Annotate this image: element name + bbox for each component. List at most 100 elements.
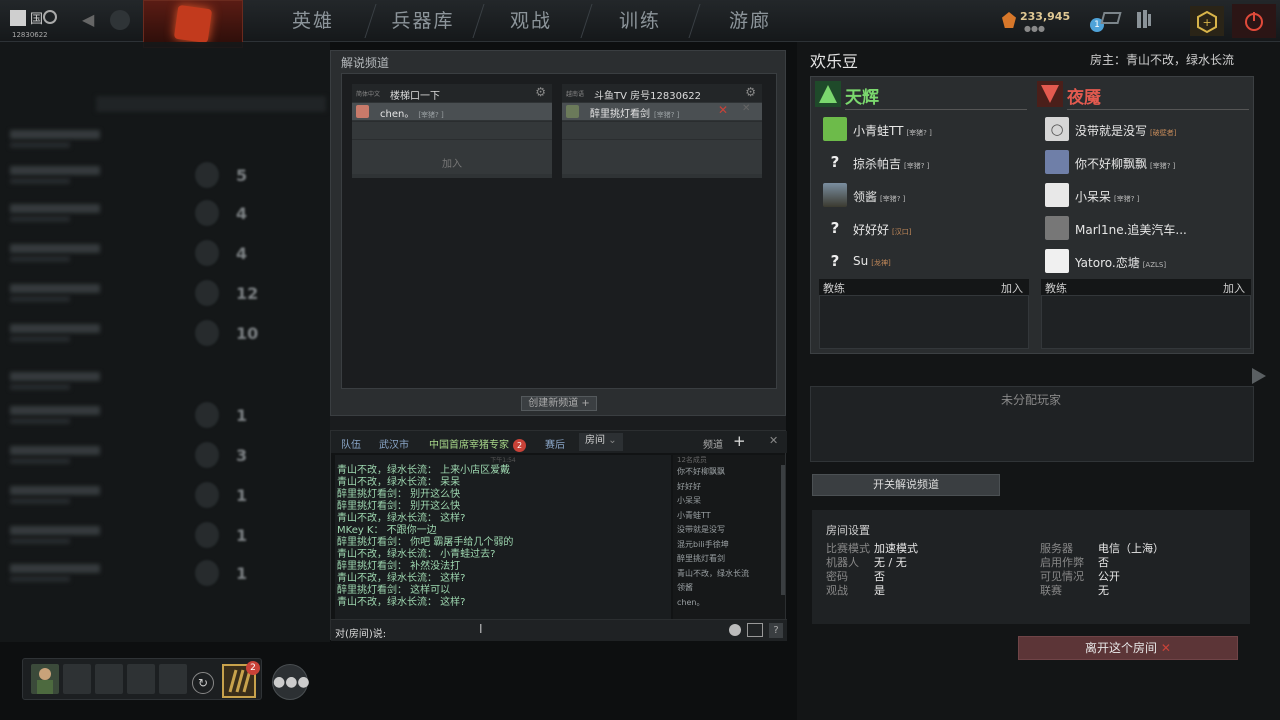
apps-menu-icon[interactable]: ●●● [272,664,310,700]
emoji-icon[interactable] [729,624,741,636]
player-tag: [龙神] [871,259,891,267]
chat-tabs: 队伍 武汉市 中国首席宰猪专家 2 赛后 房间 ⌄ 频道 + ✕ [331,431,787,453]
notification-area[interactable]: 1 [1084,8,1158,38]
currency-amount: 233,945 [1020,10,1071,23]
join-channel-button[interactable]: 加入 [352,156,552,174]
svg-text:+: + [1203,16,1212,29]
power-button[interactable] [1232,4,1276,38]
list-item[interactable]: 小青蛙TT [673,509,785,524]
dota-logo-button[interactable] [143,0,243,48]
background-tabs [96,96,326,112]
image-icon[interactable] [747,623,763,637]
party-slot-empty[interactable] [63,664,91,694]
member-count: 12名成员 [677,456,707,464]
party-slot-empty[interactable] [95,664,123,694]
gear-icon[interactable]: ⚙ [745,85,756,99]
list-item[interactable]: 青山不改，绿水长流 [673,567,785,582]
svg-text:国: 国 [30,12,43,27]
background-row: 1 [0,482,325,510]
mute-icon[interactable]: ✕ [742,103,750,114]
player-slot[interactable]: ? 掠杀帕吉 [宰猪? ] [819,147,1029,177]
coach-header: 教练 加入 [1041,279,1251,295]
nav-watch[interactable]: 观战 [476,0,586,42]
unassigned-players: 未分配玩家 [810,386,1254,462]
party-slot-empty[interactable] [127,664,155,694]
back-arrow-icon[interactable]: ◀ [82,10,94,29]
list-item[interactable]: chen。 [673,596,785,611]
create-channel-button[interactable]: 创建新频道 + [521,396,597,411]
dota-plus-badge[interactable]: 国 [8,8,58,30]
player-slot[interactable]: 小青蛙TT [宰猪? ] [819,114,1029,144]
player-name: Marl1ne.追美汽车... [1075,223,1187,237]
player-slot[interactable]: 小呆呆 [宰猪? ] [1041,180,1251,210]
list-item[interactable]: 你不好柳飘飘 [673,465,785,480]
party-slot-self[interactable] [31,664,59,694]
add-channel-icon[interactable]: + [733,432,746,450]
coach-slot [1041,295,1251,349]
unknown-avatar-icon: ? [830,153,840,171]
kick-icon[interactable]: ✕ [718,103,728,117]
empty-slot [562,139,762,157]
channel-member[interactable]: chen。 [宰猪? ] [352,103,552,120]
player-tag: [宰猪? ] [880,195,906,203]
expand-arrow-icon[interactable] [1252,368,1266,384]
coach-section: 教练 加入 [1041,279,1251,349]
channel-button[interactable]: 频道 [703,436,723,451]
party-slot-empty[interactable] [159,664,187,694]
dota-plus-button[interactable]: + [1190,6,1224,36]
channel-member[interactable]: 醉里挑灯看剑 [宰猪? ] ✕ ✕ [562,103,762,120]
chat-member-list[interactable]: 12名成员 你不好柳飘飘 好好好 小呆呆 小青蛙TT 没带就是没写 混元bili… [673,455,785,619]
chat-log[interactable]: 下午1:54 青山不改，绿水长流： 上来小店区爱戴 青山不改，绿水长流： 呆呆 … [335,455,671,619]
tab-guild[interactable]: 中国首席宰猪专家 2 [429,436,526,452]
player-slot[interactable]: Marl1ne.追美汽车... [1041,213,1251,243]
player-slot[interactable]: Yatoro.恋塘 [AZLS] [1041,246,1251,276]
background-row: 1 [0,402,325,430]
player-slot[interactable]: ○ 没带就是没写 [破壁者] [1041,114,1251,144]
join-channel-button[interactable] [562,156,762,174]
player-name: 小青蛙TT [853,124,904,138]
nav-arcade[interactable]: 游廊 [695,0,805,42]
nav-learn[interactable]: 训练 [585,0,695,42]
player-slot[interactable]: ? 好好好 [汉口] [819,213,1029,243]
gear-icon[interactable]: ⚙ [535,85,546,99]
leave-room-button[interactable]: 离开这个房间 ✕ [1018,636,1238,660]
divider [845,109,1027,110]
tab-postgame[interactable]: 赛后 [545,436,565,451]
tab-guild-label: 中国首席宰猪专家 [429,440,509,451]
list-item[interactable]: 好好好 [673,480,785,495]
player-name: 掠杀帕吉 [853,157,902,171]
close-icon[interactable]: ✕ [769,434,778,447]
radiant-icon [815,81,841,107]
tab-team[interactable]: 队伍 [341,436,361,451]
nav-heroes[interactable]: 英雄 [258,0,368,42]
scrollbar[interactable] [781,465,785,595]
join-coach-button[interactable]: 加入 [1223,280,1245,296]
channel-card[interactable]: 简体中文 楼梯口一下 ⚙ chen。 [宰猪? ] 加入 [352,84,552,178]
join-coach-button[interactable]: 加入 [1001,280,1023,296]
list-item[interactable]: 小呆呆 [673,494,785,509]
nav-armory[interactable]: 兵器库 [368,0,478,42]
toggle-commentary-button[interactable]: 开关解说频道 [812,474,1000,496]
list-item[interactable]: 混元bili手徐坤 [673,538,785,553]
tab-room[interactable]: 房间 ⌄ [579,433,623,451]
panel-title: 解说频道 [341,56,390,70]
chat-message: 青山不改，绿水长流： 这样? [337,513,466,524]
player-slot[interactable]: ? Su [龙神] [819,246,1029,276]
dashboard-icon[interactable] [1136,10,1152,28]
list-item[interactable]: 醉里挑灯看剑 [673,552,785,567]
list-item[interactable]: 没带就是没写 [673,523,785,538]
currency-dots: ●●● [1024,24,1045,33]
chat-message: 醉里挑灯看剑： 你吧 霸屠手给几个弱的 [337,537,514,548]
channel-card[interactable]: 越南语 斗鱼TV 房号12830622 ⚙ 醉里挑灯看剑 [宰猪? ] ✕ ✕ [562,84,762,178]
unread-badge: 2 [513,439,526,452]
refresh-icon[interactable]: ↻ [192,672,214,694]
tab-wuhan[interactable]: 武汉市 [379,436,409,451]
avatar[interactable] [110,10,130,30]
list-item[interactable]: 领酱 [673,581,785,596]
chat-input[interactable] [393,623,723,638]
commentary-channel-panel: 解说频道 简体中文 楼梯口一下 ⚙ chen。 [宰猪? ] 加入 越南语 斗鱼T… [330,50,786,416]
help-icon[interactable]: ? [769,623,783,638]
player-slot[interactable]: 你不好柳飘飘 [宰猪? ] [1041,147,1251,177]
player-slot[interactable]: 领酱 [宰猪? ] [819,180,1029,210]
chat-message: 青山不改，绿水长流： 上来小店区爱戴 [337,465,511,476]
